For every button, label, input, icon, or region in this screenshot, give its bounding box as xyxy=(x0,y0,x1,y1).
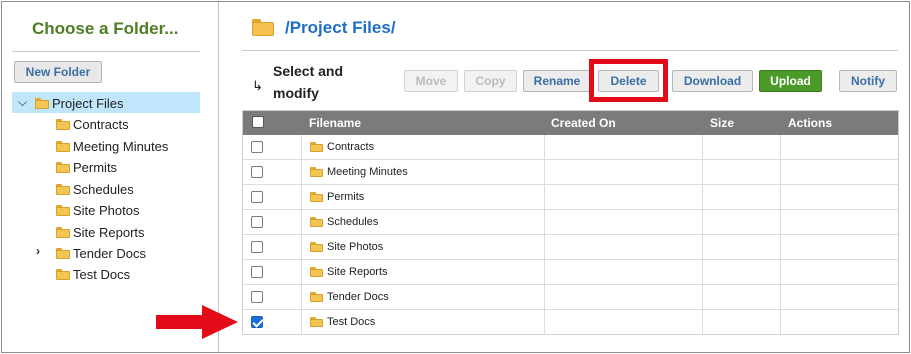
folder-icon xyxy=(35,98,49,110)
folder-icon xyxy=(56,184,70,196)
folder-icon xyxy=(310,242,323,253)
filename-label: Contracts xyxy=(327,141,375,153)
folder-icon xyxy=(310,267,323,278)
tree-item-meeting-minutes[interactable]: Meeting Minutes xyxy=(56,135,168,156)
tree-item-site-photos[interactable]: Site Photos xyxy=(56,199,140,220)
tree-item-label: Site Photos xyxy=(73,203,140,219)
table-row[interactable]: Contracts xyxy=(243,135,898,160)
folder-icon xyxy=(56,162,70,174)
upload-button[interactable]: Upload xyxy=(759,70,822,92)
tree-item-label: Site Reports xyxy=(73,225,145,241)
table-row[interactable]: Permits xyxy=(243,185,898,210)
filename-cell[interactable]: Tender Docs xyxy=(310,285,389,309)
file-table: Filename Created On Size Actions Contrac… xyxy=(242,110,899,335)
copy-button[interactable]: Copy xyxy=(464,70,517,92)
row-checkbox[interactable] xyxy=(251,266,263,278)
select-and-modify-label: Select and modify xyxy=(273,63,344,101)
tree-item-project-files[interactable]: ⌵ Project Files xyxy=(12,92,200,113)
delete-highlight-box xyxy=(589,59,668,102)
row-checkbox[interactable] xyxy=(251,216,263,228)
folder-icon xyxy=(56,248,70,260)
folder-icon xyxy=(56,119,70,131)
tree-item-permits[interactable]: Permits xyxy=(56,156,117,177)
chevron-down-icon[interactable]: ⌵ xyxy=(18,92,27,113)
row-checkbox[interactable] xyxy=(251,191,263,203)
filename-label: Meeting Minutes xyxy=(327,166,408,178)
folder-icon xyxy=(56,205,70,217)
tree-item-label: Meeting Minutes xyxy=(73,139,169,155)
move-button[interactable]: Move xyxy=(404,70,458,92)
file-manager-window: Choose a Folder... New Folder ⌵ Project … xyxy=(1,1,910,353)
folder-icon xyxy=(56,269,70,281)
tree-item-test-docs[interactable]: Test Docs xyxy=(56,263,130,284)
filename-label: Site Photos xyxy=(327,241,384,253)
tree-item-label: Tender Docs xyxy=(73,246,146,262)
column-filename[interactable]: Filename xyxy=(309,111,361,135)
red-arrow-annotation xyxy=(156,305,238,339)
table-row[interactable]: Site Reports xyxy=(243,260,898,285)
sidebar-divider xyxy=(12,51,200,52)
tree-item-label: Permits xyxy=(73,160,118,176)
filename-label: Site Reports xyxy=(327,266,388,278)
sidebar-title: Choose a Folder... xyxy=(32,19,179,38)
tree-item-label: Contracts xyxy=(73,117,129,133)
header-divider xyxy=(242,50,898,51)
row-checkbox[interactable] xyxy=(251,166,263,178)
folder-icon xyxy=(310,192,323,203)
column-size[interactable]: Size xyxy=(710,111,734,135)
row-checkbox[interactable] xyxy=(251,291,263,303)
select-arrow-icon: ↳ xyxy=(252,78,263,93)
select-all-checkbox[interactable] xyxy=(252,116,264,128)
tree-item-label: Schedules xyxy=(73,182,134,198)
notify-button[interactable]: Notify xyxy=(839,70,897,92)
folder-icon xyxy=(310,142,323,153)
filename-cell[interactable]: Permits xyxy=(310,185,364,209)
folder-icon xyxy=(56,227,70,239)
filename-cell[interactable]: Contracts xyxy=(310,135,374,159)
filename-cell[interactable]: Site Reports xyxy=(310,260,388,284)
table-row[interactable]: Test Docs xyxy=(243,310,898,335)
tree-item-site-reports[interactable]: Site Reports xyxy=(56,221,145,242)
filename-cell[interactable]: Site Photos xyxy=(310,235,383,259)
rename-button[interactable]: Rename xyxy=(523,70,591,92)
table-row[interactable]: Site Photos xyxy=(243,235,898,260)
chevron-right-icon[interactable]: › xyxy=(36,241,40,262)
tree-item-contracts[interactable]: Contracts xyxy=(56,113,129,134)
tree-item-label: Test Docs xyxy=(73,267,131,283)
filename-label: Permits xyxy=(327,191,365,203)
current-path[interactable]: /Project Files/ xyxy=(285,18,396,38)
folder-icon xyxy=(56,141,70,153)
filename-cell[interactable]: Test Docs xyxy=(310,310,375,334)
filename-cell[interactable]: Meeting Minutes xyxy=(310,160,408,184)
column-created-on[interactable]: Created On xyxy=(551,111,616,135)
folder-icon xyxy=(310,317,323,328)
folder-icon xyxy=(310,292,323,303)
table-row[interactable]: Tender Docs xyxy=(243,285,898,310)
folder-icon xyxy=(310,167,323,178)
table-row[interactable]: Meeting Minutes xyxy=(243,160,898,185)
folder-icon xyxy=(310,217,323,228)
filename-label: Tender Docs xyxy=(327,291,389,303)
filename-cell[interactable]: Schedules xyxy=(310,210,378,234)
folder-sidebar: Choose a Folder... New Folder ⌵ Project … xyxy=(2,2,219,352)
filename-label: Schedules xyxy=(327,216,379,228)
table-row[interactable]: Schedules xyxy=(243,210,898,235)
row-checkbox-checked[interactable] xyxy=(251,316,263,328)
tree-item-label: Project Files xyxy=(52,96,124,112)
table-header: Filename Created On Size Actions xyxy=(243,111,898,135)
new-folder-button[interactable]: New Folder xyxy=(14,61,102,83)
tree-item-schedules[interactable]: Schedules xyxy=(56,178,134,199)
filename-label: Test Docs xyxy=(327,316,376,328)
download-button[interactable]: Download xyxy=(672,70,753,92)
row-checkbox[interactable] xyxy=(251,241,263,253)
row-checkbox[interactable] xyxy=(251,141,263,153)
folder-icon xyxy=(252,19,274,36)
column-actions: Actions xyxy=(788,116,833,130)
